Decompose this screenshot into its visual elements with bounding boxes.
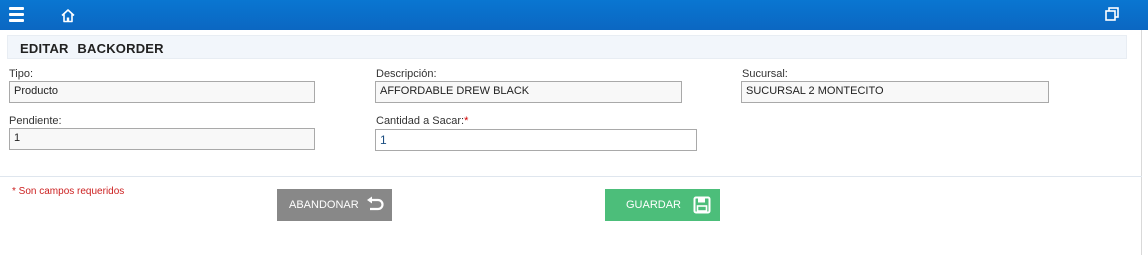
tipo-field[interactable]: Producto — [9, 81, 315, 103]
sucursal-label: Sucursal: — [742, 68, 788, 80]
restore-window-icon[interactable] — [1105, 7, 1119, 21]
divider — [0, 176, 1142, 177]
abandon-button[interactable]: ABANDONAR — [277, 189, 392, 221]
pendiente-label: Pendiente: — [9, 115, 62, 127]
form-title-bar: EDITAR BACKORDER — [7, 35, 1127, 59]
required-fields-note: * Son campos requeridos — [12, 186, 125, 197]
sucursal-field[interactable]: SUCURSAL 2 MONTECITO — [741, 81, 1049, 103]
save-floppy-icon — [693, 196, 711, 214]
home-icon[interactable] — [60, 8, 76, 23]
top-bar — [0, 0, 1148, 30]
hamburger-menu-icon[interactable] — [9, 6, 25, 22]
pendiente-field[interactable]: 1 — [9, 128, 315, 150]
descripcion-field[interactable]: AFFORDABLE DREW BLACK — [375, 81, 682, 103]
cantidad-input[interactable]: 1 — [375, 129, 697, 151]
undo-arrow-icon — [366, 196, 384, 214]
save-button-label: GUARDAR — [626, 199, 682, 211]
descripcion-label: Descripción: — [376, 68, 437, 80]
cantidad-label-text: Cantidad a Sacar: — [376, 115, 465, 127]
required-asterisk: * — [464, 115, 469, 127]
save-button[interactable]: GUARDAR — [605, 189, 720, 221]
cantidad-label: Cantidad a Sacar:* — [376, 115, 468, 127]
page-title: EDITAR BACKORDER — [20, 41, 164, 56]
abandon-button-label: ABANDONAR — [289, 199, 359, 211]
tipo-label: Tipo: — [9, 68, 34, 80]
